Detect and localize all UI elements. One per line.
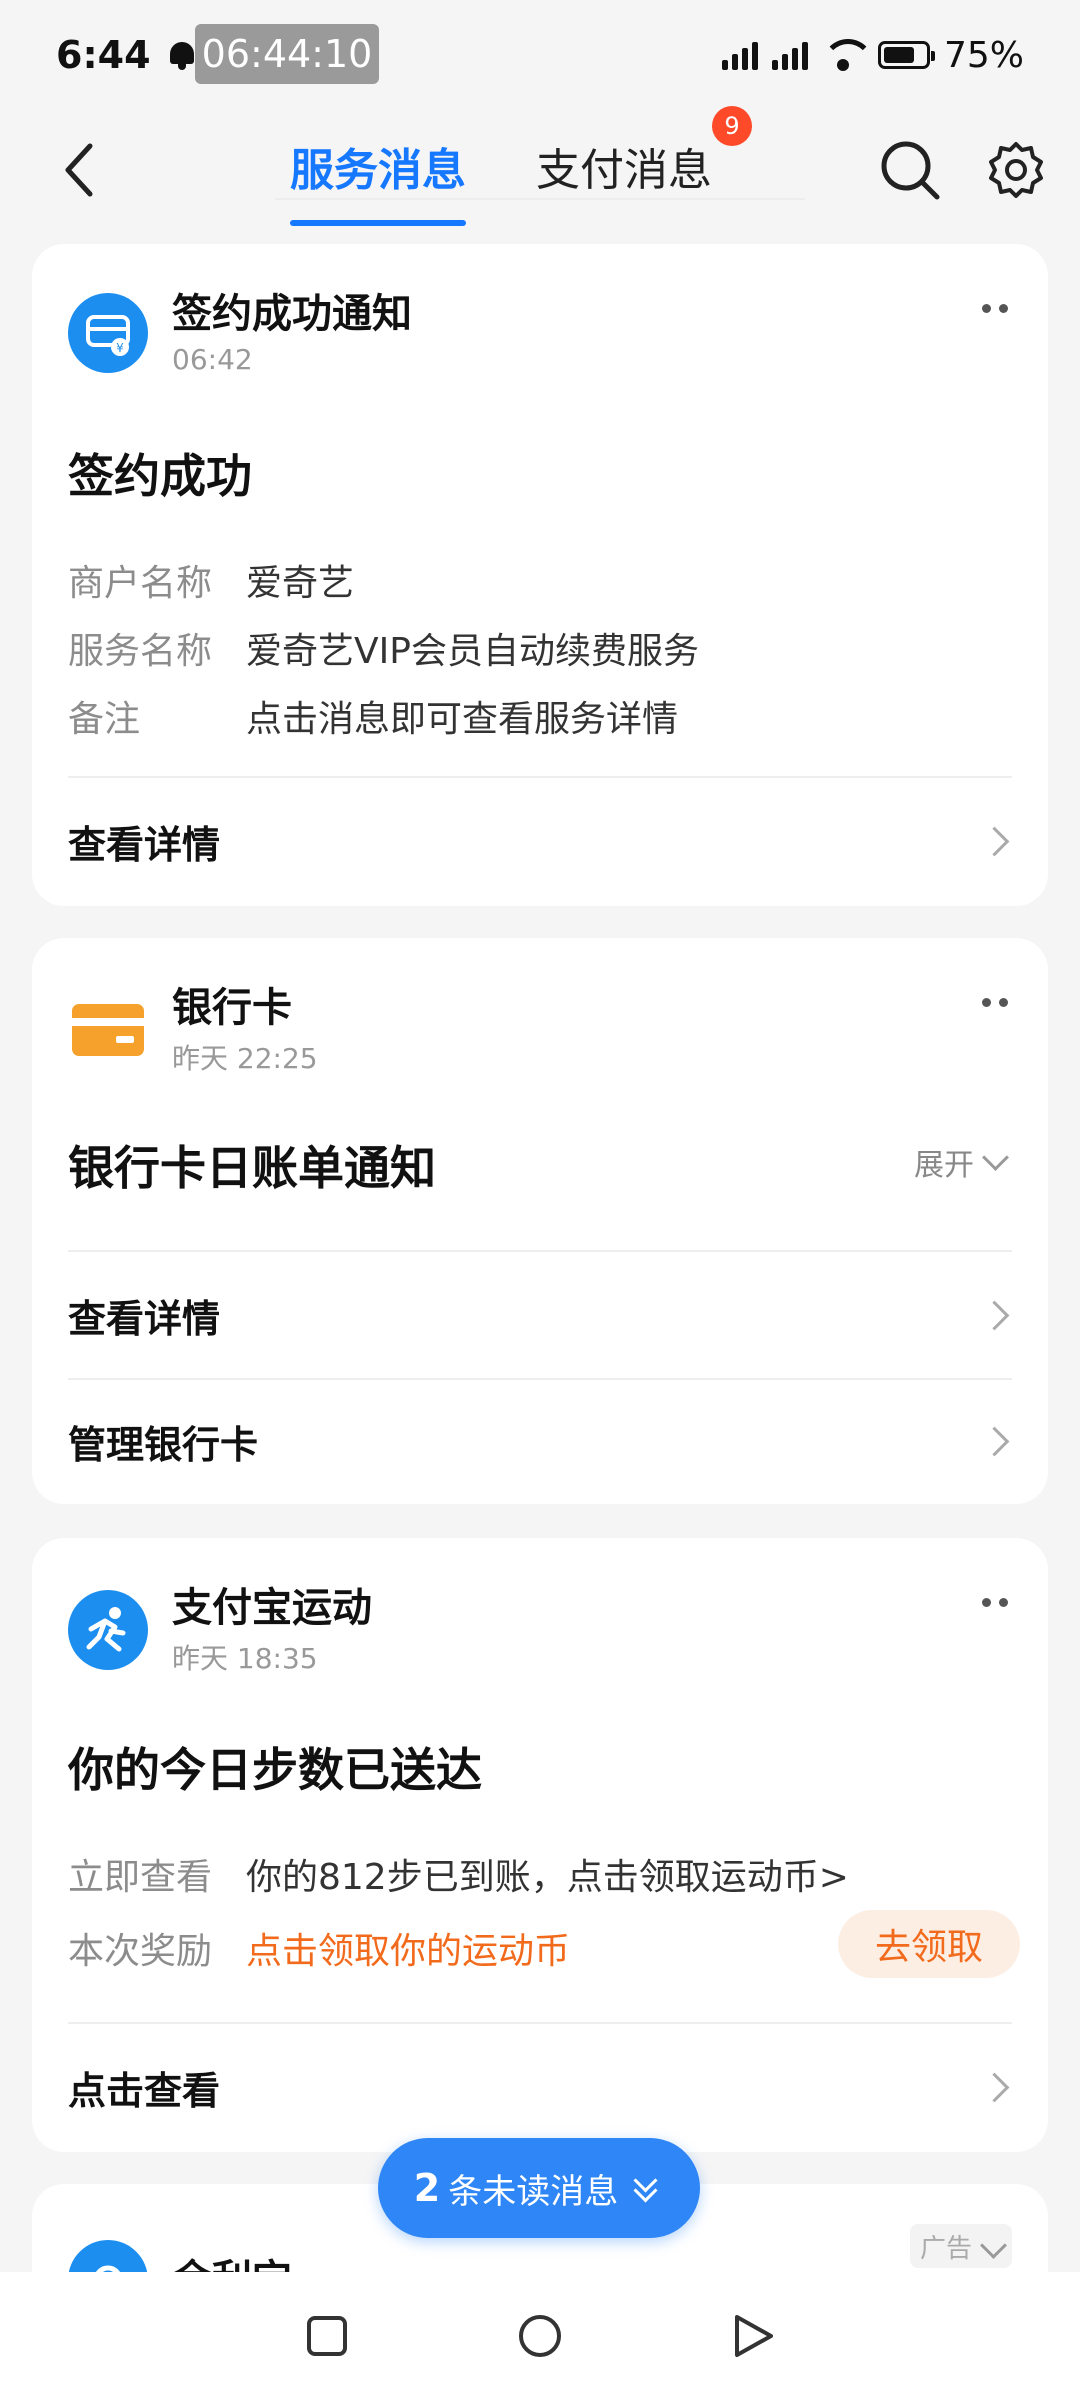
contract-icon: ¥	[68, 292, 148, 373]
field-service: 服务名称 爱奇艺VIP会员自动续费服务	[68, 622, 699, 674]
tab-service-messages[interactable]: 服务消息	[290, 134, 466, 226]
manage-cards-label: 管理银行卡	[68, 1422, 259, 1467]
chevron-down-icon	[980, 1146, 1012, 1178]
recent-apps-button[interactable]	[287, 2296, 367, 2376]
view-details-row[interactable]: 查看详情	[68, 796, 1018, 886]
back-nav-button[interactable]	[713, 2296, 793, 2376]
ad-label: 广告	[919, 2233, 972, 2264]
message-tabs: 服务消息 支付消息 9	[290, 106, 752, 230]
field-key: 立即查看	[68, 1857, 213, 1898]
running-icon	[68, 1590, 148, 1670]
tab-payment-label: 支付消息	[536, 145, 712, 196]
field-key: 备注	[68, 699, 141, 740]
card-time: 昨天 22:25	[172, 1042, 318, 1075]
battery-level: 75%	[943, 34, 1024, 76]
chevron-down-icon	[978, 2234, 1002, 2258]
gear-icon	[989, 142, 1043, 198]
chevron-right-icon	[978, 1295, 1018, 1335]
field-value: 点击消息即可查看服务详情	[246, 699, 679, 740]
search-button[interactable]	[870, 130, 950, 210]
view-details-label: 查看详情	[68, 1296, 221, 1341]
expand-label: 展开	[914, 1148, 974, 1183]
ad-tag[interactable]: 广告	[909, 2224, 1012, 2268]
card-time: 昨天 18:35	[172, 1642, 318, 1675]
reward-value[interactable]: 点击领取你的运动币	[246, 1922, 570, 1974]
system-nav-bar	[0, 2272, 1080, 2400]
signal-icon	[721, 40, 758, 70]
field-key: 商户名称	[68, 563, 213, 604]
chevron-right-icon	[978, 2067, 1018, 2107]
recent-apps-icon	[306, 2316, 347, 2356]
card-bank-card[interactable]: 银行卡 昨天 22:25 银行卡日账单通知 展开 查看详情 管理银行卡	[32, 938, 1048, 1504]
header: 服务消息 支付消息 9	[0, 106, 1080, 230]
card-header: ¥ 签约成功通知 06:42	[68, 289, 412, 376]
field-merchant: 商户名称 爱奇艺	[68, 554, 354, 606]
divider	[68, 2022, 1012, 2024]
manage-cards-row[interactable]: 管理银行卡	[68, 1396, 1018, 1486]
card-header: 支付宝运动 昨天 18:35	[68, 1583, 372, 1677]
divider	[68, 1378, 1012, 1380]
field-key: 本次奖励	[68, 1931, 213, 1972]
chevron-right-icon	[978, 1421, 1018, 1461]
card-alipay-sport[interactable]: 支付宝运动 昨天 18:35 你的今日步数已送达 立即查看 你的812步已到账，…	[32, 1538, 1048, 2152]
tab-divider	[275, 198, 805, 200]
tab-payment-messages[interactable]: 支付消息 9	[536, 106, 752, 206]
card-header: 银行卡 昨天 22:25	[68, 983, 318, 1077]
card-time: 06:42	[172, 343, 253, 376]
view-details-row[interactable]: 查看详情	[68, 1270, 1018, 1360]
screen-recording-timer[interactable]: 06:44:10	[195, 24, 379, 84]
status-time: 6:44	[56, 33, 151, 77]
field-value: 爱奇艺	[246, 563, 355, 604]
unread-count: 2	[413, 2166, 441, 2210]
card-contract-success[interactable]: ¥ 签约成功通知 06:42 签约成功 商户名称 爱奇艺 服务名称 爱奇艺VIP…	[32, 244, 1048, 906]
click-view-label: 点击查看	[68, 2068, 221, 2113]
divider	[68, 776, 1012, 778]
divider	[68, 1250, 1012, 1252]
chevron-right-icon	[978, 821, 1018, 861]
card-heading: 签约成功	[68, 449, 252, 503]
home-button[interactable]	[500, 2296, 580, 2376]
card-source: 支付宝运动	[172, 1585, 372, 1631]
unread-messages-button[interactable]: 2 条未读消息	[378, 2138, 700, 2238]
field-value: 爱奇艺VIP会员自动续费服务	[246, 631, 699, 672]
card-source: 银行卡	[172, 985, 292, 1031]
field-key: 服务名称	[68, 631, 213, 672]
notification-bell-icon	[167, 38, 197, 72]
status-bar: 6:44 75%	[0, 0, 1080, 110]
home-icon	[518, 2315, 561, 2357]
bank-card-icon	[68, 990, 148, 1070]
more-options-icon[interactable]	[982, 1598, 1008, 1607]
signal-2-icon	[771, 40, 808, 70]
svg-text:¥: ¥	[116, 341, 124, 355]
more-options-icon[interactable]	[982, 998, 1008, 1007]
settings-button[interactable]	[976, 130, 1056, 210]
search-icon	[881, 141, 940, 200]
view-details-label: 查看详情	[68, 822, 221, 867]
double-chevron-down-icon	[628, 2170, 664, 2206]
more-options-icon[interactable]	[982, 304, 1008, 313]
card-heading: 你的今日步数已送达	[68, 1743, 482, 1797]
field-view-now: 立即查看 你的812步已到账，点击领取运动币>	[68, 1848, 849, 1900]
field-note: 备注 点击消息即可查看服务详情	[68, 690, 678, 742]
expand-toggle[interactable]: 展开	[914, 1140, 1012, 1184]
unread-badge: 9	[712, 106, 752, 146]
wifi-icon	[821, 39, 874, 71]
back-icon	[65, 143, 93, 197]
battery-icon	[877, 41, 935, 69]
field-value: 你的812步已到账，点击领取运动币>	[246, 1857, 849, 1898]
click-view-row[interactable]: 点击查看	[68, 2042, 1018, 2132]
card-source: 签约成功通知	[172, 291, 412, 337]
field-reward: 本次奖励 点击领取你的运动币	[68, 1922, 570, 1974]
claim-button[interactable]: 去领取	[838, 1910, 1020, 1978]
back-button[interactable]	[40, 130, 120, 210]
unread-label: 条未读消息	[448, 2171, 619, 2212]
back-nav-icon	[735, 2315, 774, 2357]
card-heading: 银行卡日账单通知	[68, 1141, 436, 1195]
